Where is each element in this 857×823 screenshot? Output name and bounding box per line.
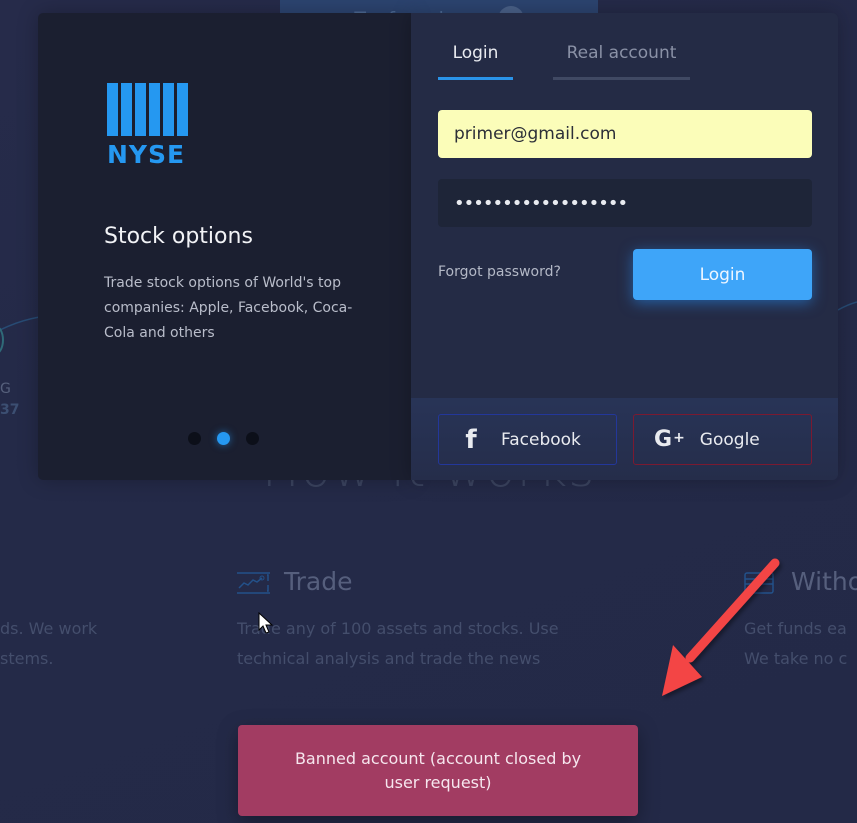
nyse-bars-icon xyxy=(107,83,189,136)
feature-trade-title: Trade xyxy=(284,567,353,596)
carousel-pagination xyxy=(188,432,259,445)
facebook-label: Facebook xyxy=(501,429,581,450)
mouse-cursor-icon xyxy=(258,612,274,634)
carousel-dot-2-active[interactable] xyxy=(217,432,230,445)
product-carousel: NYSE Stock options Trade stock options o… xyxy=(38,13,412,480)
chart-icon xyxy=(237,572,270,594)
facebook-login-button[interactable]: f Facebook xyxy=(438,414,617,465)
carousel-dot-3[interactable] xyxy=(246,432,259,445)
nyse-logo: NYSE xyxy=(107,83,189,168)
feature-trade-desc-line1: Trade any of 100 assets and stocks. Use xyxy=(237,619,559,638)
social-login-area: f Facebook G+ Google xyxy=(411,398,838,480)
ghost-number-left: 37 xyxy=(0,402,20,418)
tab-login[interactable]: Login xyxy=(438,43,513,80)
slide-title: Stock options xyxy=(104,224,253,249)
error-message: Banned account (account closed by user r… xyxy=(294,748,582,792)
auth-tabs: Login Real account xyxy=(438,43,690,80)
carousel-dot-1[interactable] xyxy=(188,432,201,445)
annotation-arrow-icon xyxy=(662,558,780,696)
feature-1-desc-line2: stems. xyxy=(0,649,54,668)
facebook-icon: f xyxy=(465,424,477,455)
slide-description: Trade stock options of World's top compa… xyxy=(104,275,353,341)
google-login-button[interactable]: G+ Google xyxy=(633,414,812,465)
nyse-logo-text: NYSE xyxy=(107,140,186,169)
forgot-password-link[interactable]: Forgot password? xyxy=(438,264,561,280)
password-input[interactable] xyxy=(438,179,812,227)
login-button[interactable]: Login xyxy=(633,249,812,300)
google-label: Google xyxy=(699,429,760,450)
login-panel: Login Real account Forgot password? Logi… xyxy=(411,13,838,480)
feature-1-desc-line1: ds. We work xyxy=(0,619,98,638)
tab-real-account[interactable]: Real account xyxy=(553,43,690,80)
feature-withdraw-title: Witho xyxy=(791,567,857,596)
email-input[interactable] xyxy=(438,110,812,158)
banned-account-error-banner: Banned account (account closed by user r… xyxy=(238,725,638,816)
ghost-text-left: G xyxy=(0,381,11,397)
google-plus-icon: G+ xyxy=(654,427,686,452)
feature-trade-desc-line2: technical analysis and trade the news xyxy=(237,649,541,668)
partial-badge-icon xyxy=(0,325,4,355)
